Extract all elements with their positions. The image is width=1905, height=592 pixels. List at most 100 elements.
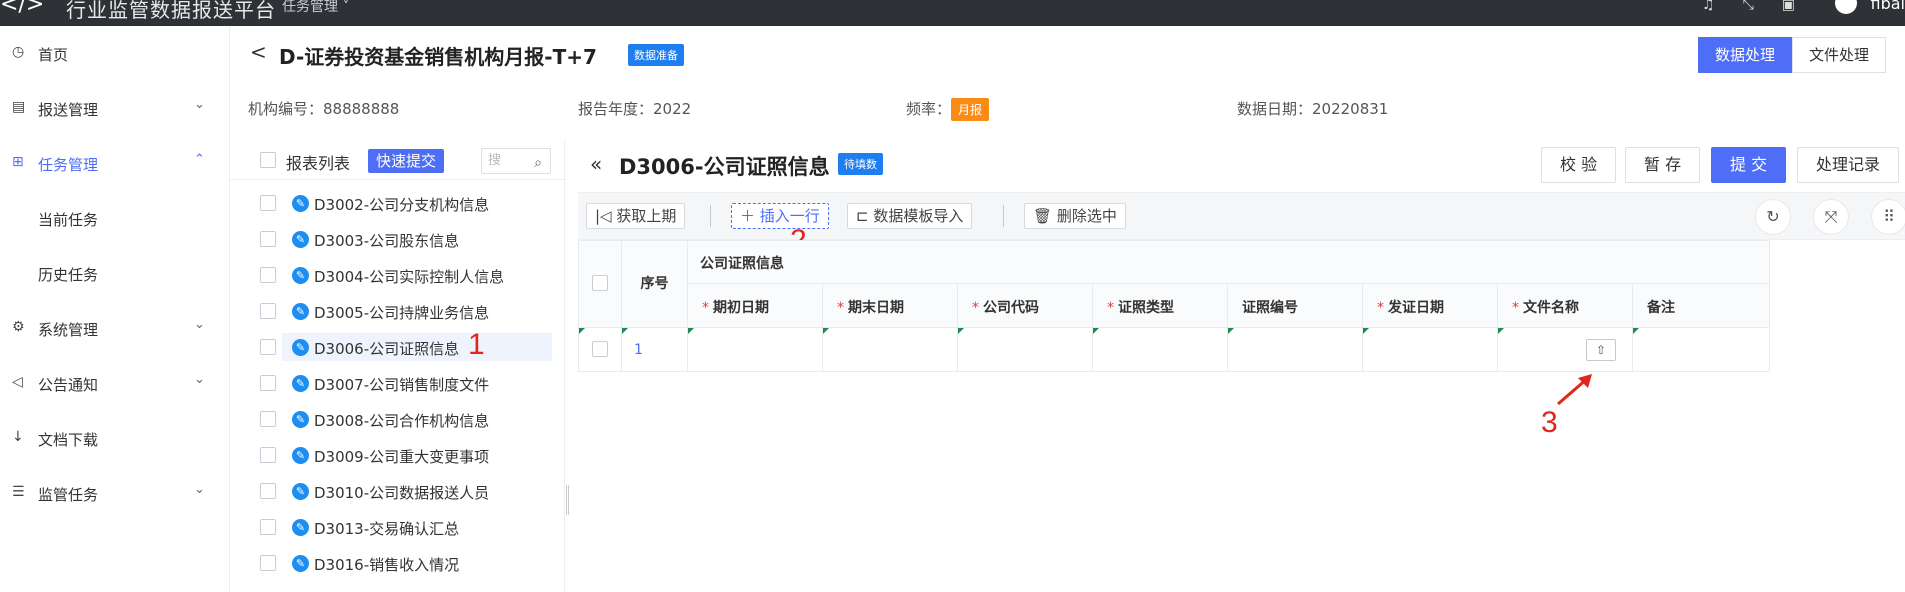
column-header[interactable]: * 公司代码 bbox=[957, 283, 1093, 328]
back-icon[interactable]: < bbox=[250, 40, 267, 64]
column-header-label: 文件名称 bbox=[1523, 300, 1579, 316]
report-checkbox[interactable] bbox=[260, 555, 276, 571]
sidebar-item-label: 文档下载 bbox=[38, 431, 99, 449]
report-search-input[interactable]: 搜 ⌕ bbox=[481, 148, 551, 174]
delete-selected-button[interactable]: 🗑 删除选中 bbox=[1024, 203, 1126, 229]
edit-status-icon: ✎ bbox=[292, 231, 309, 248]
cell-end-date[interactable] bbox=[822, 327, 958, 372]
quick-submit-button[interactable]: 快速提交 bbox=[368, 149, 445, 173]
report-item[interactable]: ✎ D3004-公司实际控制人信息 bbox=[230, 258, 565, 294]
report-item[interactable]: ✎ D3002-公司分支机构信息 bbox=[230, 186, 565, 222]
username[interactable]: fibai bbox=[1871, 0, 1905, 13]
frequency: 频率： 月报 bbox=[906, 98, 990, 121]
select-all-checkbox[interactable] bbox=[260, 152, 276, 168]
insert-row-button[interactable]: ＋ 插入一行 bbox=[731, 203, 829, 229]
sidebar-item-system-management[interactable]: ⚙ 系统管理 ⌄ bbox=[0, 309, 230, 349]
chevron-down-icon: ⌄ bbox=[194, 482, 205, 497]
report-item[interactable]: ✎ D3003-公司股东信息 bbox=[230, 222, 565, 258]
column-header-label: 备注 bbox=[1647, 300, 1675, 316]
sidebar-item-supervision-task[interactable]: ☰ 监管任务 ⌄ bbox=[0, 474, 230, 514]
toolbar-divider bbox=[1003, 205, 1004, 227]
tab-file-processing[interactable]: 文件处理 bbox=[1792, 37, 1887, 73]
report-checkbox[interactable] bbox=[260, 231, 276, 247]
sidebar-item-report-management[interactable]: ▤ 报送管理 ⌄ bbox=[0, 89, 230, 129]
column-header[interactable]: 证照编号 bbox=[1227, 283, 1363, 328]
org-number: 机构编号：88888888 bbox=[248, 100, 400, 118]
row-checkbox[interactable] bbox=[592, 341, 608, 357]
required-mark: * bbox=[1107, 300, 1114, 316]
fullscreen-icon[interactable]: ⤧ bbox=[1813, 199, 1849, 235]
cell-company-code[interactable] bbox=[957, 327, 1093, 372]
data-date: 数据日期：20220831 bbox=[1237, 100, 1389, 118]
report-checkbox[interactable] bbox=[260, 411, 276, 427]
sidebar-item-announcement[interactable]: ◁ 公告通知 ⌄ bbox=[0, 364, 230, 404]
skip-back-icon: |◁ bbox=[595, 207, 617, 225]
submit-button[interactable]: 提 交 bbox=[1711, 147, 1787, 183]
frequency-badge: 月报 bbox=[951, 98, 990, 121]
cell-start-date[interactable] bbox=[687, 327, 823, 372]
report-item-label: D3005-公司持牌业务信息 bbox=[314, 304, 490, 322]
validate-button[interactable]: 校 验 bbox=[1541, 147, 1617, 183]
report-item[interactable]: ✎ D3005-公司持牌业务信息 bbox=[230, 294, 565, 330]
report-item[interactable]: ✎ D3007-公司销售制度文件 bbox=[230, 366, 565, 402]
edit-marker bbox=[622, 328, 628, 334]
column-header[interactable]: * 文件名称 bbox=[1497, 283, 1633, 328]
seq-header: 序号 bbox=[621, 240, 688, 328]
report-checkbox[interactable] bbox=[260, 195, 276, 211]
column-header-label: 证照类型 bbox=[1118, 300, 1174, 316]
row-select-cell bbox=[578, 327, 622, 372]
upload-icon[interactable]: ⇧ bbox=[1586, 339, 1616, 361]
report-checkbox[interactable] bbox=[260, 375, 276, 391]
cell-file-name[interactable]: ⇧ bbox=[1497, 327, 1633, 372]
fullscreen-icon[interactable]: ⤡ bbox=[1743, 0, 1782, 13]
column-header[interactable]: * 期初日期 bbox=[687, 283, 823, 328]
report-item-selected[interactable]: ✎ D3006-公司证照信息 bbox=[230, 330, 565, 366]
report-checkbox[interactable] bbox=[260, 447, 276, 463]
sidebar-item-label: 历史任务 bbox=[38, 266, 99, 284]
sidebar-item-home[interactable]: ◷ 首页 bbox=[0, 34, 230, 74]
cell-issue-date[interactable] bbox=[1362, 327, 1498, 372]
table-select-all-checkbox[interactable] bbox=[592, 275, 608, 291]
cell-license-number[interactable] bbox=[1227, 327, 1363, 372]
sidebar-item-history-task[interactable]: 历史任务 bbox=[0, 254, 230, 294]
cell-remark[interactable] bbox=[1632, 327, 1770, 372]
column-header[interactable]: * 证照类型 bbox=[1092, 283, 1228, 328]
bell-icon[interactable]: ♫ bbox=[1702, 0, 1743, 13]
fetch-previous-button[interactable]: |◁ 获取上期 bbox=[586, 203, 686, 229]
edit-status-icon: ✎ bbox=[292, 195, 309, 212]
refresh-icon[interactable]: ↻ bbox=[1755, 199, 1791, 235]
template-import-button[interactable]: ⊏ 数据模板导入 bbox=[847, 203, 973, 229]
column-settings-icon[interactable]: ⠿ bbox=[1871, 199, 1905, 235]
report-checkbox[interactable] bbox=[260, 519, 276, 535]
report-checkbox[interactable] bbox=[260, 267, 276, 283]
report-item[interactable]: ✎ D3008-公司合作机构信息 bbox=[230, 402, 565, 438]
sidebar-item-task-management[interactable]: ⊞ 任务管理 ⌃ bbox=[0, 144, 230, 184]
edit-marker bbox=[1498, 328, 1504, 334]
required-mark: * bbox=[972, 300, 979, 316]
top-menu-task[interactable]: 任务管理 ˅ bbox=[282, 0, 349, 16]
chevron-up-icon: ⌃ bbox=[194, 152, 205, 167]
sidebar-item-current-task[interactable]: 当前任务 bbox=[0, 199, 230, 239]
report-item-label: D3007-公司销售制度文件 bbox=[314, 376, 490, 394]
panel-resize-handle[interactable] bbox=[566, 485, 569, 515]
column-header[interactable]: * 期末日期 bbox=[822, 283, 958, 328]
report-item[interactable]: ✎ D3010-公司数据报送人员 bbox=[230, 474, 565, 510]
avatar[interactable] bbox=[1835, 0, 1857, 14]
sidebar-item-document-download[interactable]: ↓ 文档下载 bbox=[0, 419, 230, 459]
edit-status-icon: ✎ bbox=[292, 483, 309, 500]
tab-data-processing[interactable]: 数据处理 bbox=[1698, 37, 1793, 73]
report-checkbox[interactable] bbox=[260, 483, 276, 499]
process-log-button[interactable]: 处理记录 bbox=[1797, 147, 1900, 183]
column-header[interactable]: * 发证日期 bbox=[1362, 283, 1498, 328]
collapse-panel-icon[interactable]: « bbox=[590, 152, 602, 176]
save-draft-button[interactable]: 暂 存 bbox=[1625, 147, 1701, 183]
cell-license-type[interactable] bbox=[1092, 327, 1228, 372]
report-checkbox[interactable] bbox=[260, 303, 276, 319]
report-checkbox[interactable] bbox=[260, 339, 276, 355]
edit-status-icon: ✎ bbox=[292, 519, 309, 536]
report-item[interactable]: ✎ D3009-公司重大变更事项 bbox=[230, 438, 565, 474]
report-item[interactable]: ✎ D3013-交易确认汇总 bbox=[230, 510, 565, 546]
report-item[interactable]: ✎ D3016-销售收入情况 bbox=[230, 546, 565, 582]
column-header[interactable]: 备注 bbox=[1632, 283, 1770, 328]
window-icon[interactable]: ▣ bbox=[1782, 0, 1823, 13]
